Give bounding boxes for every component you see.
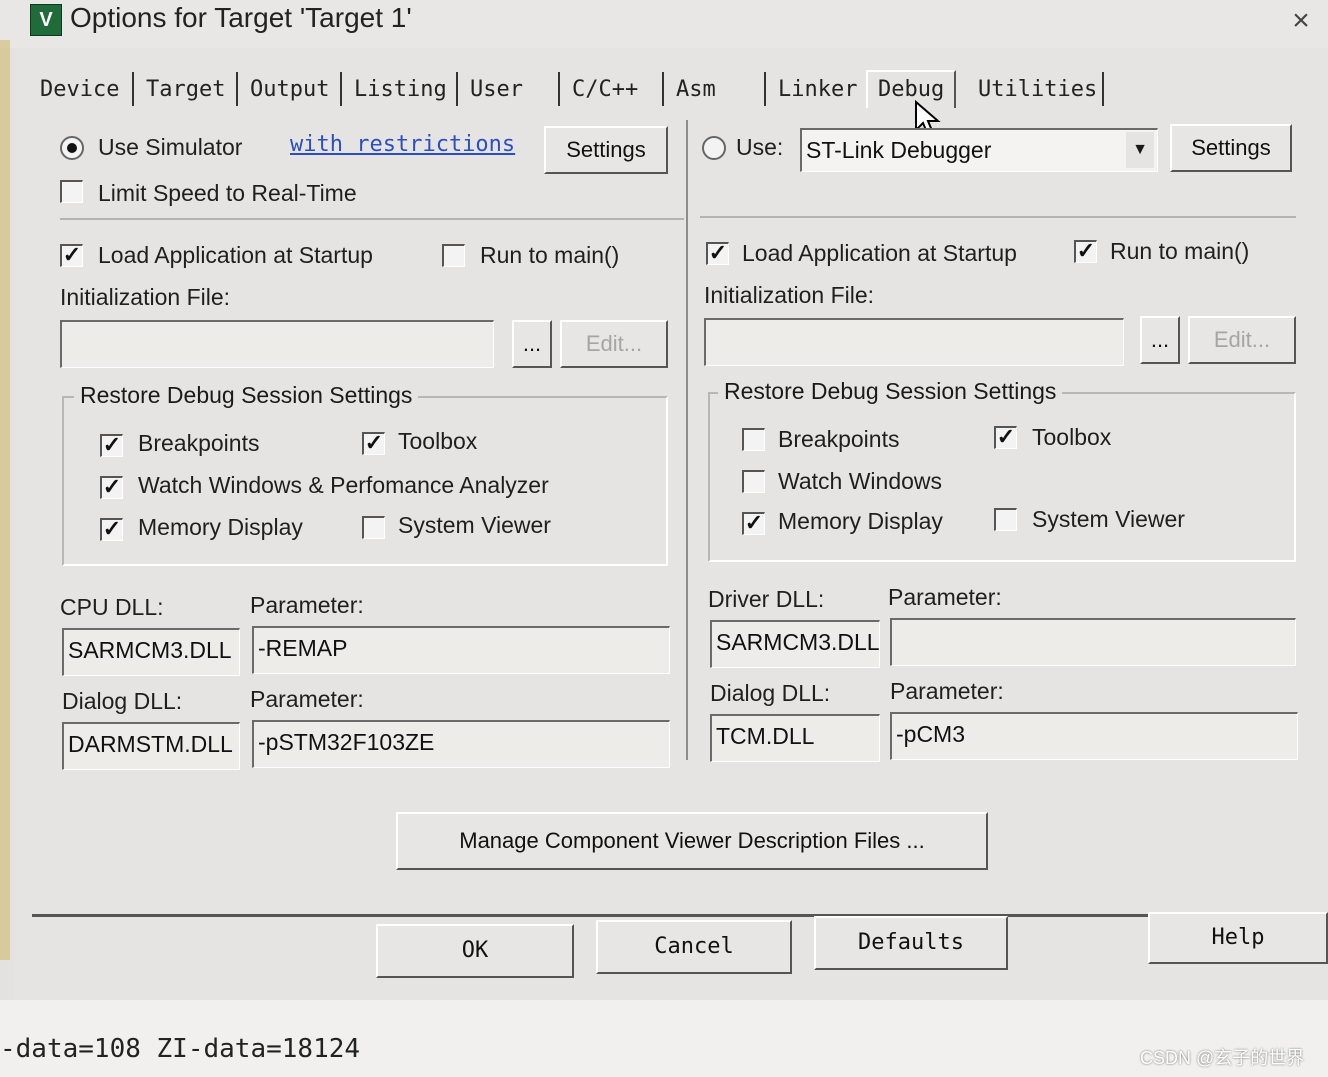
right-dialog-parameter-input[interactable]: -pCM3 [890,712,1298,760]
left-dialog-parameter-input[interactable]: -pSTM32F103ZE [252,720,670,768]
tab-listing[interactable]: Listing [354,72,447,108]
left-run-to-main-label: Run to main() [480,242,620,268]
manage-component-viewer-button[interactable]: Manage Component Viewer Description File… [396,812,988,870]
tab-cpp[interactable]: C/C++ [572,72,638,108]
use-simulator-radio[interactable] [60,136,84,160]
cancel-button[interactable]: Cancel [596,920,792,974]
left-dialog-dll-input[interactable]: DARMSTM.DLL [62,722,240,770]
left-edit-button[interactable]: Edit... [560,320,668,368]
tab-utilities[interactable]: Utilities [978,72,1097,108]
panel-divider [686,120,688,760]
tab-separator [662,72,664,106]
left-restore-title: Restore Debug Session Settings [74,382,419,409]
cpu-parameter-label: Parameter: [250,592,364,618]
right-sysviewer-checkbox[interactable] [994,508,1017,531]
right-toolbox-label: Toolbox [1032,424,1112,450]
right-run-to-main-label: Run to main() [1110,238,1250,264]
right-edit-button[interactable]: Edit... [1188,316,1296,364]
tab-asm[interactable]: Asm [676,72,716,108]
background-window-edge [0,40,10,960]
left-load-app-checkbox[interactable]: ✓ [60,244,83,267]
right-settings-button[interactable]: Settings [1170,124,1292,172]
watermark: CSDN @玄子的世界 [1140,1048,1305,1068]
right-run-to-main-checkbox[interactable]: ✓ [1074,240,1097,263]
right-breakpoints-label: Breakpoints [778,426,900,452]
left-dialog-dll-label: Dialog DLL: [62,688,183,714]
left-memory-label: Memory Display [138,514,303,540]
use-debugger-label: Use: [736,134,784,160]
tab-separator [1102,72,1104,106]
left-run-to-main-checkbox[interactable] [442,244,465,267]
footer-separator [32,914,1328,917]
right-watch-checkbox[interactable] [742,470,765,493]
left-separator-line [60,218,684,220]
right-init-file-label: Initialization File: [704,282,875,308]
left-sysviewer-label: System Viewer [398,512,551,538]
tab-separator [456,72,458,106]
left-sysviewer-checkbox[interactable] [362,516,385,539]
tab-separator [764,72,766,106]
build-output-text: -data=108 ZI-data=18124 [0,1034,361,1064]
defaults-button[interactable]: Defaults [814,916,1008,970]
limit-speed-checkbox[interactable] [60,180,83,203]
left-load-app-label: Load Application at Startup [98,242,373,268]
driver-dll-label: Driver DLL: [708,586,825,612]
left-settings-button[interactable]: Settings [544,126,668,174]
left-breakpoints-checkbox[interactable]: ✓ [100,434,123,457]
use-simulator-label: Use Simulator [98,134,243,160]
driver-dll-input[interactable]: SARMCM3.DLL [710,620,880,668]
tab-device[interactable]: Device [40,72,119,108]
close-button[interactable]: × [1284,4,1318,38]
left-breakpoints-label: Breakpoints [138,430,260,456]
tab-separator [132,72,134,106]
left-watch-label: Watch Windows & Perfomance Analyzer [138,472,549,498]
right-memory-checkbox[interactable]: ✓ [742,512,765,535]
right-restore-title: Restore Debug Session Settings [718,378,1063,405]
tab-separator [236,72,238,106]
left-toolbox-label: Toolbox [398,428,478,454]
help-button[interactable]: Help [1148,912,1328,964]
window-title: Options for Target 'Target 1' [70,2,412,33]
keil-app-icon: V [30,4,62,36]
restrictions-link[interactable]: with restrictions [290,132,515,157]
right-watch-label: Watch Windows [778,468,943,494]
driver-parameter-label: Parameter: [888,584,1002,610]
right-browse-button[interactable]: ... [1140,316,1180,364]
right-init-file-input[interactable] [704,318,1124,366]
tab-user[interactable]: User [470,72,523,108]
right-dialog-parameter-label: Parameter: [890,678,1004,704]
right-breakpoints-checkbox[interactable] [742,428,765,451]
left-init-file-label: Initialization File: [60,284,231,310]
left-toolbox-checkbox[interactable]: ✓ [362,432,385,455]
cpu-dll-label: CPU DLL: [60,594,164,620]
right-load-app-label: Load Application at Startup [742,240,1017,266]
right-dialog-dll-input[interactable]: TCM.DLL [710,714,880,762]
use-debugger-radio[interactable] [702,136,726,160]
right-toolbox-checkbox[interactable]: ✓ [994,426,1017,449]
right-dialog-dll-label: Dialog DLL: [710,680,831,706]
tab-target[interactable]: Target [146,72,225,108]
ok-button[interactable]: OK [376,924,574,978]
debugger-select-value: ST-Link Debugger [806,137,992,163]
right-memory-label: Memory Display [778,508,943,534]
driver-parameter-input[interactable] [890,618,1296,666]
tab-separator [558,72,560,106]
tab-output[interactable]: Output [250,72,329,108]
tab-separator [340,72,342,106]
left-browse-button[interactable]: ... [512,320,552,368]
left-watch-checkbox[interactable]: ✓ [100,476,123,499]
cpu-dll-input[interactable]: SARMCM3.DLL [62,628,240,676]
left-memory-checkbox[interactable]: ✓ [100,518,123,541]
right-separator-line [700,216,1296,218]
limit-speed-label: Limit Speed to Real-Time [98,180,357,206]
left-init-file-input[interactable] [60,320,494,368]
right-load-app-checkbox[interactable]: ✓ [706,242,729,265]
right-sysviewer-label: System Viewer [1032,506,1185,532]
tab-linker[interactable]: Linker [778,72,857,108]
debugger-select[interactable]: ST-Link Debugger [800,128,1158,172]
left-dialog-parameter-label: Parameter: [250,686,364,712]
cpu-parameter-input[interactable]: -REMAP [252,626,670,674]
chevron-down-icon[interactable]: ▼ [1126,132,1154,168]
